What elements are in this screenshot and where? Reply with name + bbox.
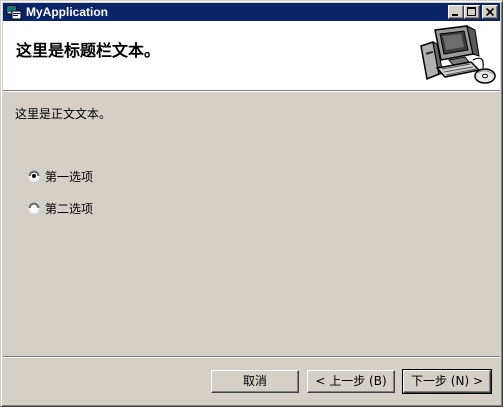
option-1-radio[interactable]: 第一选项 (28, 168, 93, 184)
cancel-button[interactable]: 取消 (211, 370, 299, 393)
header-title: 这里是标题栏文本。 (16, 41, 161, 60)
option-1-label: 第一选项 (45, 169, 94, 184)
minimize-icon (452, 14, 458, 16)
maximize-icon (467, 7, 476, 16)
radio-unselected-icon (28, 202, 40, 214)
minimize-button[interactable] (448, 5, 464, 19)
footer-separator (3, 356, 500, 358)
maximize-button[interactable] (464, 5, 480, 19)
body-text: 这里是正文文本。 (15, 107, 112, 121)
window-title: MyApplication (26, 5, 109, 19)
next-button[interactable]: 下一步 (N) > (402, 369, 492, 394)
back-button[interactable]: < 上一步 (B) (307, 370, 395, 393)
option-2-label: 第二选项 (45, 201, 94, 216)
wizard-header: 这里是标题栏文本。 (3, 21, 500, 90)
computer-illustration-icon (420, 25, 496, 84)
header-separator (3, 90, 500, 92)
close-button[interactable] (482, 5, 498, 19)
radio-selected-icon (28, 170, 40, 182)
close-icon (485, 7, 495, 17)
application-icon (6, 5, 22, 20)
title-bar[interactable]: MyApplication (3, 3, 500, 21)
setup-wizard-window: MyApplication 这里是标题栏文本。 这里是正文文本。 第一选项 第二… (0, 0, 503, 407)
option-2-radio[interactable]: 第二选项 (28, 200, 93, 216)
